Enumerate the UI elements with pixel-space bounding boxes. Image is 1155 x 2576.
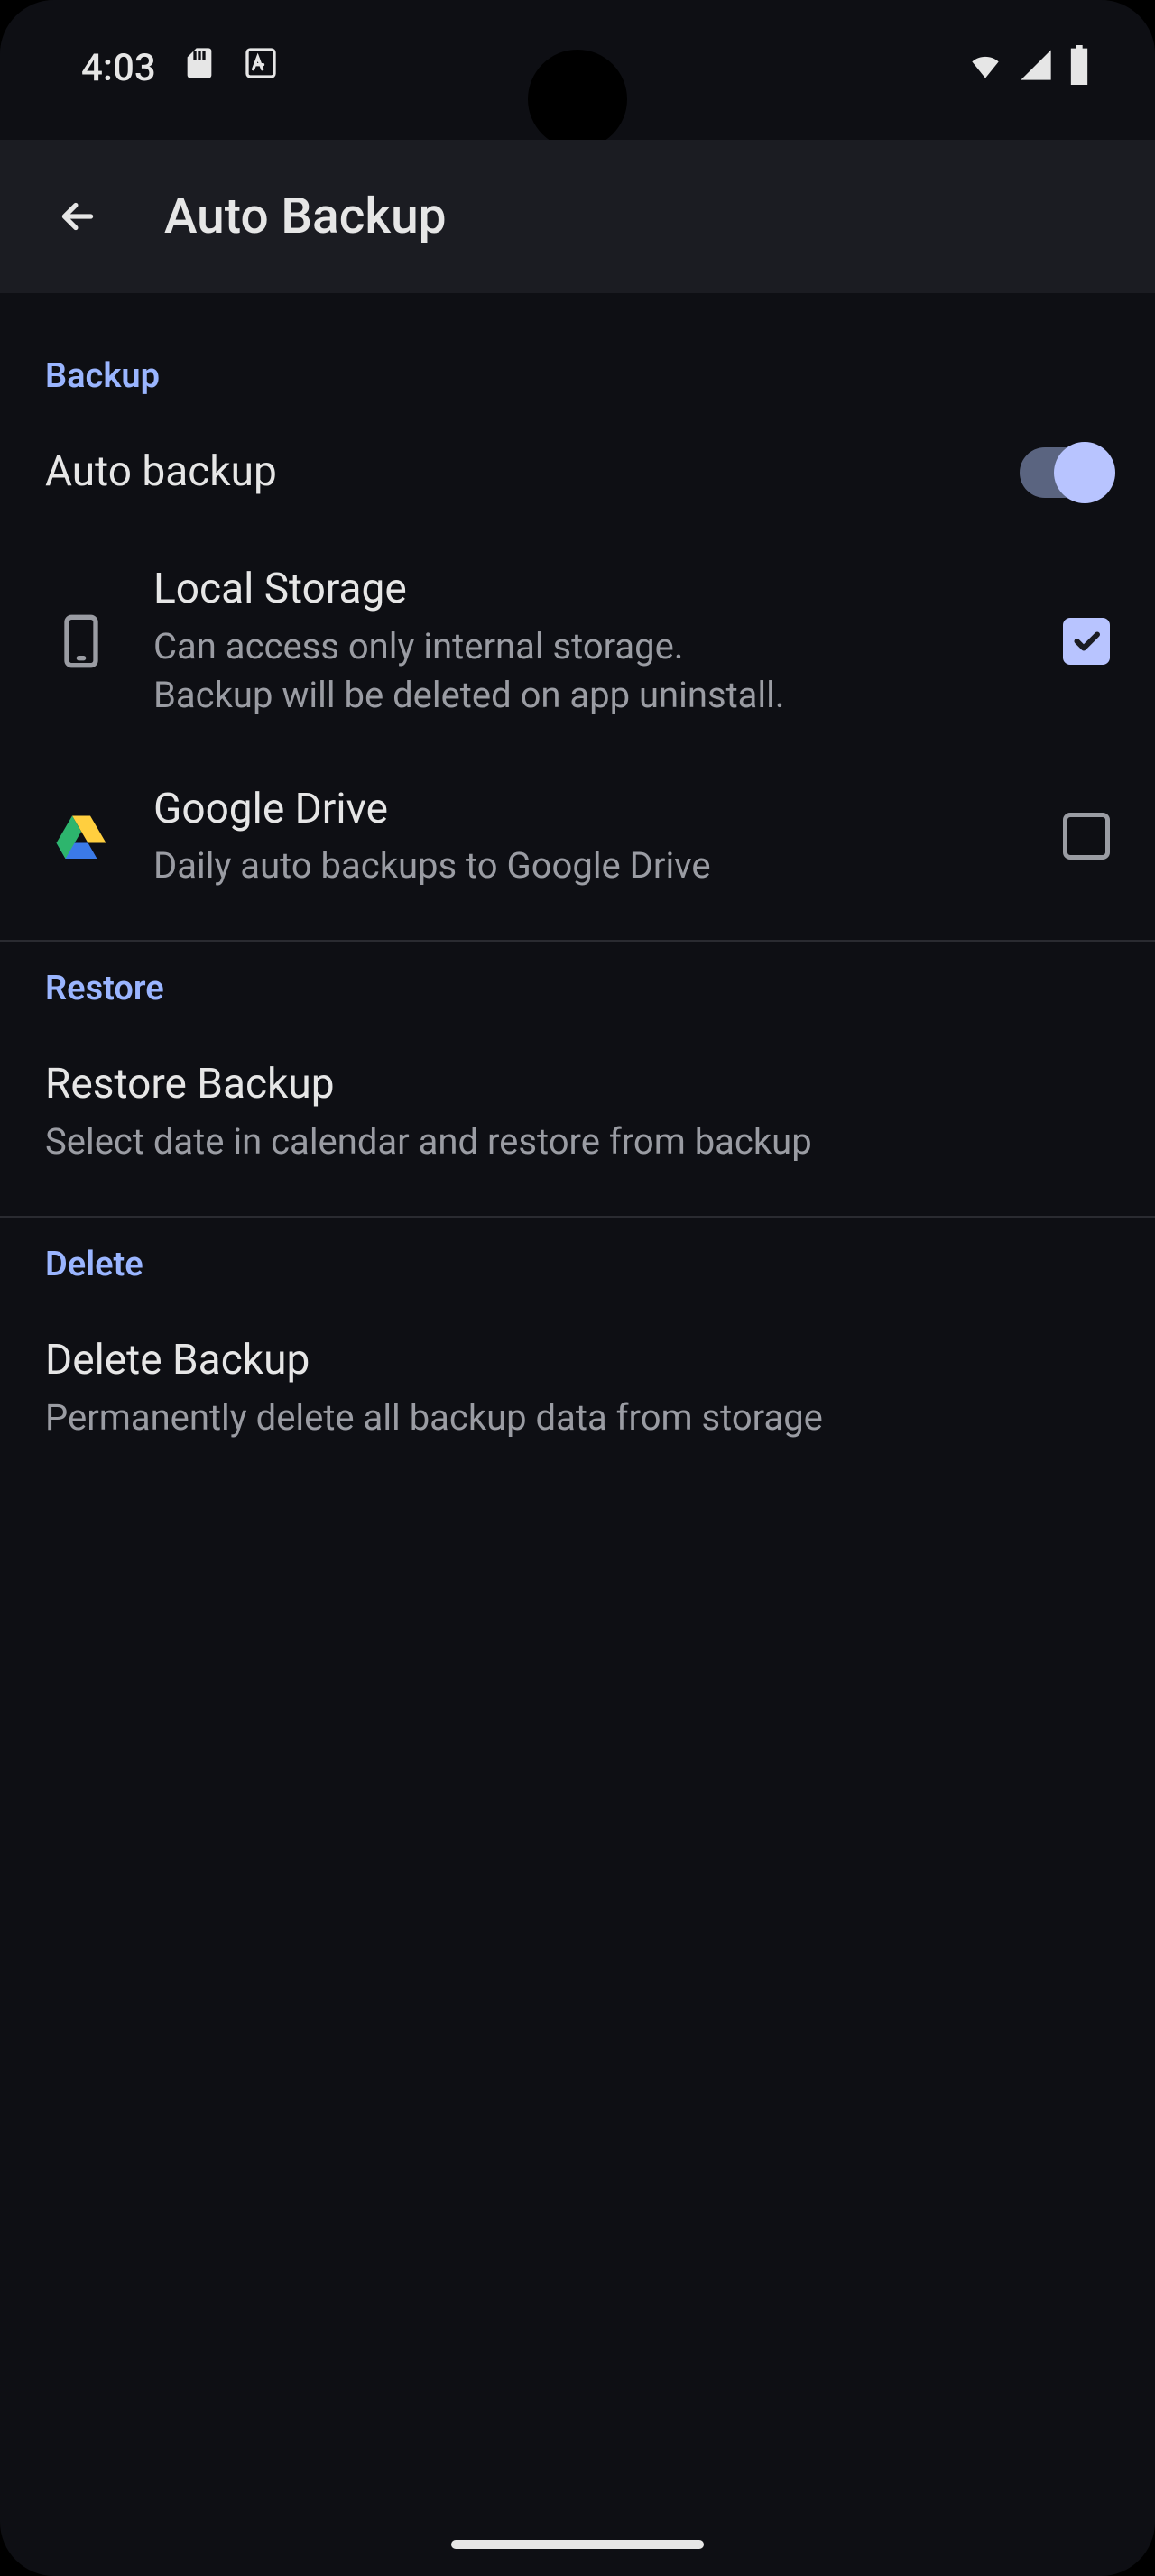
delete-backup-title: Delete Backup bbox=[45, 1334, 1110, 1388]
content: Backup Auto backup Local Storage Can acc… bbox=[0, 293, 1155, 2576]
restore-backup-title: Restore Backup bbox=[45, 1058, 1110, 1112]
restore-backup-row[interactable]: Restore Backup Select date in calendar a… bbox=[0, 1026, 1155, 1198]
section-header-restore: Restore bbox=[0, 942, 1155, 1026]
local-storage-title: Local Storage bbox=[153, 563, 1027, 617]
sd-card-icon bbox=[181, 45, 217, 91]
status-left: 4:03 bbox=[81, 45, 279, 91]
delete-backup-sub: Permanently delete all backup data from … bbox=[45, 1394, 1110, 1442]
arrow-left-icon bbox=[55, 194, 100, 239]
screen: 4:03 Auto Backup bbox=[0, 0, 1155, 2576]
google-drive-checkbox[interactable] bbox=[1063, 813, 1110, 860]
google-drive-sub: Daily auto backups to Google Drive bbox=[153, 842, 1027, 890]
back-button[interactable] bbox=[45, 184, 110, 249]
language-icon bbox=[243, 45, 279, 91]
battery-full-icon bbox=[1067, 45, 1092, 95]
local-storage-sub: Can access only internal storage. Backup… bbox=[153, 622, 1027, 720]
status-time: 4:03 bbox=[81, 46, 156, 90]
camera-cutout bbox=[528, 50, 627, 149]
cell-signal-icon bbox=[1018, 47, 1054, 93]
phone-icon bbox=[45, 605, 117, 677]
section-header-backup: Backup bbox=[0, 329, 1155, 414]
home-indicator[interactable] bbox=[451, 2540, 704, 2549]
local-storage-checkbox[interactable] bbox=[1063, 618, 1110, 665]
app-bar: Auto Backup bbox=[0, 140, 1155, 293]
check-icon bbox=[1070, 625, 1103, 658]
google-drive-row[interactable]: Google Drive Daily auto backups to Googl… bbox=[0, 751, 1155, 923]
google-drive-title: Google Drive bbox=[153, 783, 1027, 837]
page-title: Auto Backup bbox=[164, 188, 447, 245]
section-header-delete: Delete bbox=[0, 1218, 1155, 1302]
local-storage-row[interactable]: Local Storage Can access only internal s… bbox=[0, 531, 1155, 751]
status-right bbox=[966, 45, 1092, 95]
google-drive-icon bbox=[45, 800, 117, 872]
auto-backup-row[interactable]: Auto backup bbox=[0, 414, 1155, 531]
switch-thumb bbox=[1054, 442, 1115, 503]
wifi-icon bbox=[966, 45, 1005, 95]
restore-backup-sub: Select date in calendar and restore from… bbox=[45, 1118, 1110, 1166]
auto-backup-switch[interactable] bbox=[1020, 447, 1110, 498]
auto-backup-label: Auto backup bbox=[45, 446, 984, 500]
delete-backup-row[interactable]: Delete Backup Permanently delete all bac… bbox=[0, 1302, 1155, 1474]
